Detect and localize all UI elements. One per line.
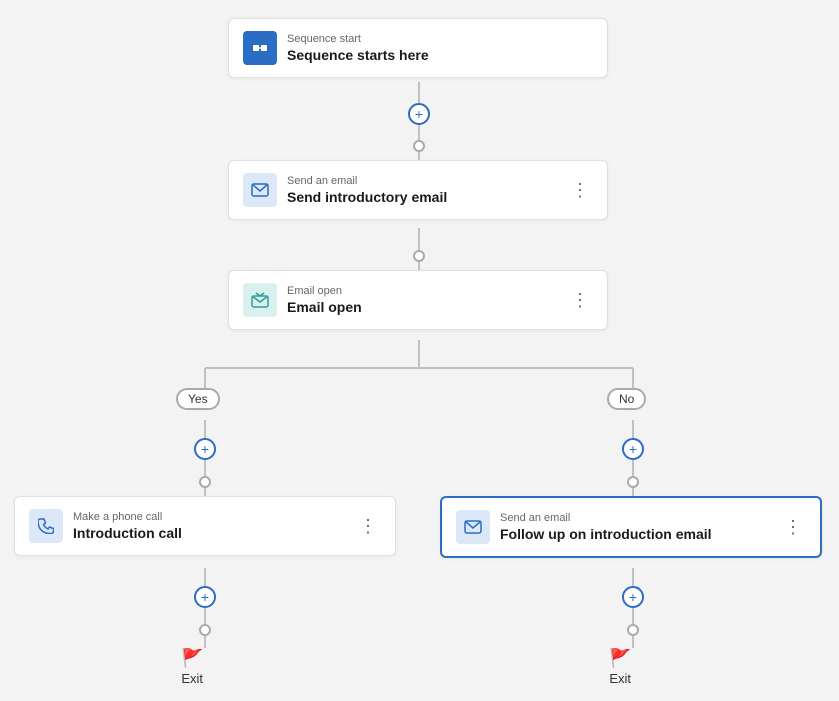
email-open-text: Email open Email open	[287, 285, 557, 315]
yes-branch-badge: Yes	[176, 388, 220, 410]
send-email-1-menu-button[interactable]: ⋮	[567, 179, 593, 201]
send-email-1-card: Send an email Send introductory email ⋮	[228, 160, 608, 220]
no-branch-badge: No	[607, 388, 646, 410]
add-step-right2-button[interactable]: +	[622, 586, 644, 608]
send-email-1-icon	[243, 173, 277, 207]
no-label: No	[619, 392, 634, 406]
phone-call-title: Introduction call	[73, 525, 345, 541]
plus-icon-1: +	[415, 106, 423, 122]
email-open-card: Email open Email open ⋮	[228, 270, 608, 330]
exit-left-flag: 🚩	[181, 648, 203, 669]
add-step-left-button[interactable]: +	[194, 438, 216, 460]
connector-dot-left	[199, 476, 211, 488]
send-email-1-title: Send introductory email	[287, 189, 557, 205]
connector-dot-2	[413, 250, 425, 262]
exit-right-node: 🚩 Exit	[609, 648, 631, 686]
phone-call-card: Make a phone call Introduction call ⋮	[14, 496, 396, 556]
phone-call-label: Make a phone call	[73, 511, 345, 523]
follow-up-email-card: Send an email Follow up on introduction …	[440, 496, 822, 558]
sequence-start-text: Sequence start Sequence starts here	[287, 33, 593, 63]
connector-dot-right2	[627, 624, 639, 636]
follow-up-email-icon	[456, 510, 490, 544]
follow-up-email-menu-button[interactable]: ⋮	[780, 516, 806, 538]
send-email-1-text: Send an email Send introductory email	[287, 175, 557, 205]
email-open-icon	[243, 283, 277, 317]
email-open-title: Email open	[287, 299, 557, 315]
plus-icon-left: +	[201, 441, 209, 457]
follow-up-email-title: Follow up on introduction email	[500, 526, 770, 542]
send-email-1-label: Send an email	[287, 175, 557, 187]
add-step-right-button[interactable]: +	[622, 438, 644, 460]
add-step-1-button[interactable]: +	[408, 103, 430, 125]
exit-right-flag: 🚩	[609, 648, 631, 669]
connector-dot-left2	[199, 624, 211, 636]
connector-dot-right	[627, 476, 639, 488]
follow-up-email-label: Send an email	[500, 512, 770, 524]
sequence-start-title: Sequence starts here	[287, 47, 593, 63]
phone-call-menu-button[interactable]: ⋮	[355, 515, 381, 537]
connector-dot-1	[413, 140, 425, 152]
yes-label: Yes	[188, 392, 208, 406]
exit-left-node: 🚩 Exit	[181, 648, 203, 686]
email-open-menu-button[interactable]: ⋮	[567, 289, 593, 311]
sequence-start-card: Sequence start Sequence starts here	[228, 18, 608, 78]
add-step-left2-button[interactable]: +	[194, 586, 216, 608]
exit-right-label: Exit	[609, 671, 631, 686]
sequence-start-label: Sequence start	[287, 33, 593, 45]
email-open-label: Email open	[287, 285, 557, 297]
workflow-canvas: Sequence start Sequence starts here + Se…	[0, 0, 839, 701]
plus-icon-left2: +	[201, 589, 209, 605]
plus-icon-right: +	[629, 441, 637, 457]
sequence-start-icon	[243, 31, 277, 65]
phone-call-icon	[29, 509, 63, 543]
follow-up-email-text: Send an email Follow up on introduction …	[500, 512, 770, 542]
plus-icon-right2: +	[629, 589, 637, 605]
exit-left-label: Exit	[181, 671, 203, 686]
phone-call-text: Make a phone call Introduction call	[73, 511, 345, 541]
